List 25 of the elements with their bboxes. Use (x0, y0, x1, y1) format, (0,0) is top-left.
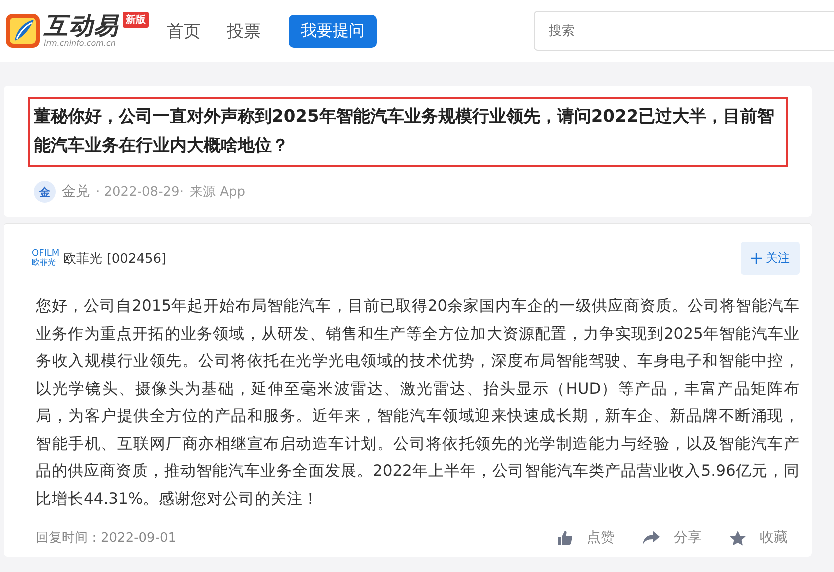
share-button[interactable]: 分享 (643, 529, 702, 547)
share-arrow-icon (643, 530, 660, 546)
nav-link[interactable]: 投票 (227, 20, 261, 42)
author-name: 金兑 (62, 183, 90, 201)
company-logo: OFILM 欧菲光 (32, 250, 60, 267)
nav-link[interactable]: 首页 (167, 20, 201, 42)
answer-text: 您好，公司自2015年起开始布局智能汽车，目前已取得20余家国内车企的一级供应商资质。公司将智能汽车业务作为重点开拓的业务领域，从研发、销售和生产等全方位加大资源配置，力争实现到2025年智能汽车业务收入规模行业领先。公司将依托在光学光电领域的技术优势，深度布局智能驾驶、车身电子和智能中控，以光学镜头、摄像头为基础，延伸至毫米波雷达、激光雷达、抬头显示（HUD）等产品，丰富产品矩阵布局，为客户提供全方位的产品和服务。近年来，智能汽车领域迎来快速成长期，新车企、新品牌不断涌现，智能手机、互联网厂商亦相继宣布启动造车计划。公司将依托领先的光学制造能力与经验，以及智能汽车产品的供应商资质，推动智能汽车业务全面发展。2022年上半年，公司智能汽车类产品营业收入5.96亿元，同比增长44.31%。感谢您对公司的关注！ (36, 296, 800, 510)
ask-question-button[interactable]: 我要提问 (289, 14, 377, 48)
search-field[interactable]: 搜索 (534, 11, 834, 51)
star-icon (730, 530, 746, 546)
user-avatar: 金 (34, 181, 56, 203)
logo-url: irm.cninfo.com.cn (44, 40, 117, 48)
follow-button[interactable]: 关注 (741, 242, 800, 275)
favorite-button[interactable]: 收藏 (730, 529, 788, 547)
company-name: 欧菲光 [002456] (64, 250, 167, 268)
new-version-badge: 新版 (123, 12, 149, 28)
plus-icon (751, 253, 762, 264)
question-source: 来源 App (190, 184, 246, 201)
like-button[interactable]: 点赞 (557, 529, 615, 547)
reply-time: 回复时间：2022-09-01 (35, 530, 177, 547)
thumbs-up-icon (557, 530, 573, 546)
logo-icon (5, 13, 41, 49)
logo-text: 互动易 (44, 14, 119, 38)
question-date: · 2022-08-29· (96, 184, 184, 200)
question-title: 董秘你好，公司一直对外声称到2025年智能汽车业务规模行业领先，请问2022已过大半，目前智能汽车业务在行业内大概啥地位？ (28, 97, 788, 167)
